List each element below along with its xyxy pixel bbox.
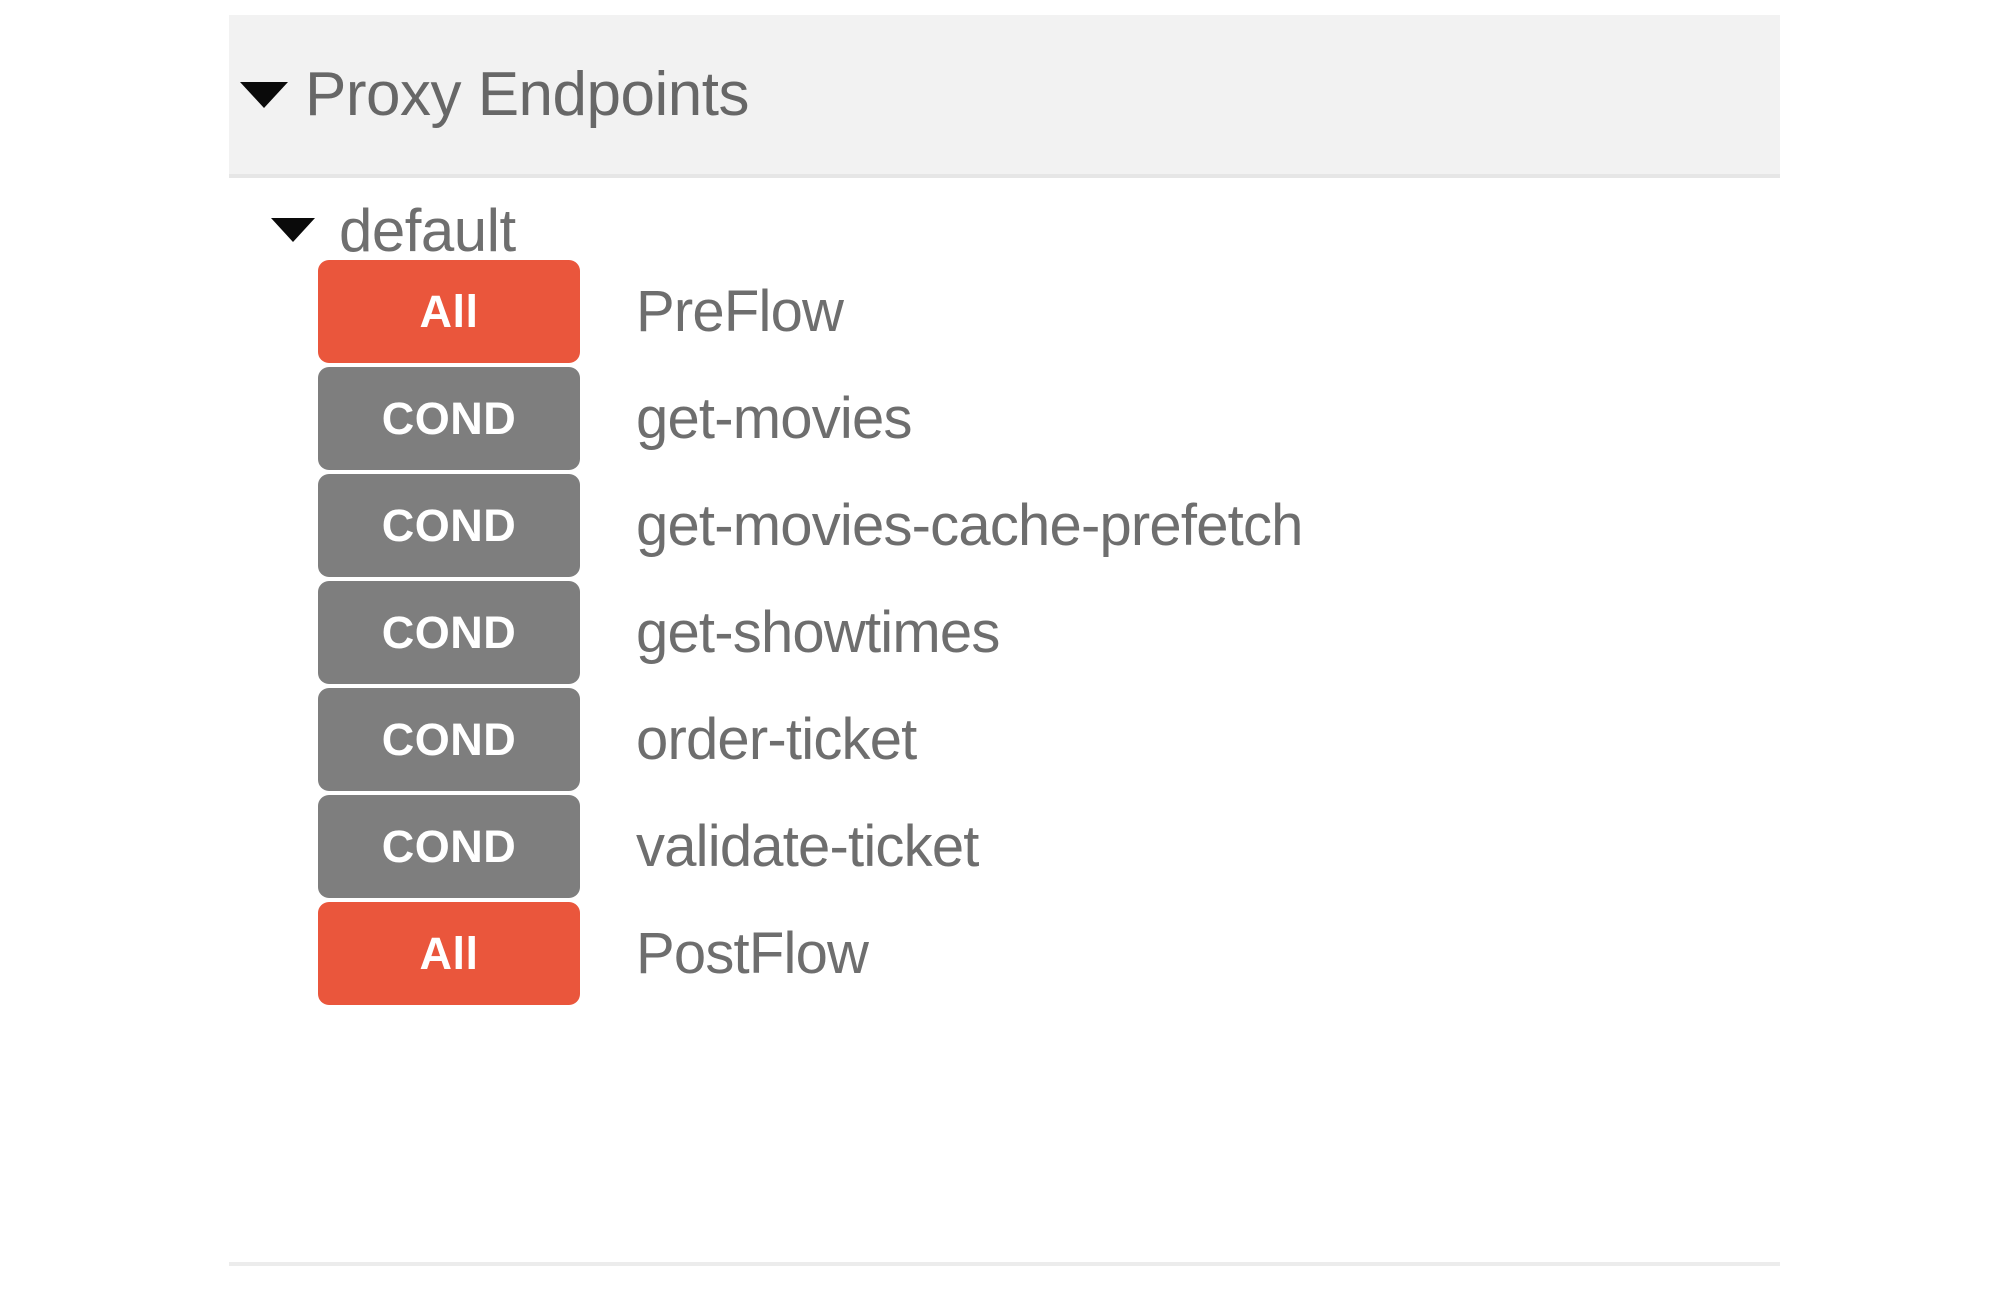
caret-down-glyph [271,218,315,242]
flow-row[interactable]: COND validate-ticket [229,793,1780,900]
flow-condition-badge: COND [318,795,580,898]
flow-condition-badge: All [318,902,580,1005]
flow-condition-badge: COND [318,581,580,684]
flow-label: PostFlow [636,921,869,986]
caret-down-glyph [240,81,288,108]
flow-label: get-showtimes [636,600,1000,665]
caret-down-icon[interactable] [257,218,329,242]
flow-condition-badge: All [318,260,580,363]
flow-label: get-movies-cache-prefetch [636,493,1303,558]
panel-bottom-divider [229,1262,1780,1266]
flow-condition-badge: COND [318,474,580,577]
flow-row[interactable]: COND get-movies [229,365,1780,472]
flow-label: get-movies [636,386,912,451]
proxy-endpoints-navigator-panel: Proxy Endpoints default All PreFlow COND ge… [229,0,1780,1295]
flow-row[interactable]: COND get-movies-cache-prefetch [229,472,1780,579]
flow-label: PreFlow [636,279,844,344]
flow-row[interactable]: COND get-showtimes [229,579,1780,686]
section-title: Proxy Endpoints [305,60,749,129]
section-header-proxy-endpoints[interactable]: Proxy Endpoints [229,15,1780,178]
flow-list: All PreFlow COND get-movies COND get-movies-c… [229,258,1780,1007]
group-title: default [339,196,516,264]
flow-row[interactable]: COND order-ticket [229,686,1780,793]
flow-label: validate-ticket [636,814,979,879]
flow-label: order-ticket [636,707,917,772]
flow-condition-badge: COND [318,688,580,791]
caret-down-icon[interactable] [229,81,299,108]
flow-condition-badge: COND [318,367,580,470]
flow-row[interactable]: All PreFlow [229,258,1780,365]
flow-row[interactable]: All PostFlow [229,900,1780,1007]
